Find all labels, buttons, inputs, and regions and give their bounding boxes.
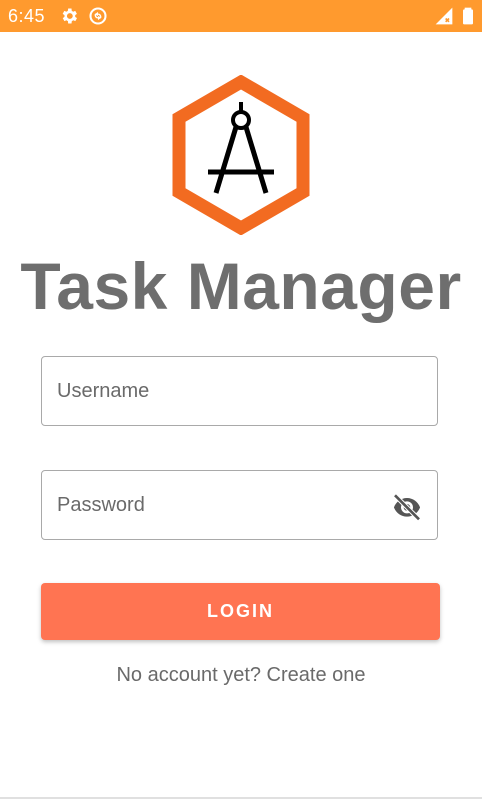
eye-off-icon[interactable] <box>391 490 423 522</box>
username-field[interactable] <box>41 356 438 426</box>
battery-icon <box>458 6 478 26</box>
status-bar: 6:45 <box>0 0 482 32</box>
create-account-link[interactable]: No account yet? Create one <box>0 664 482 687</box>
app-logo <box>172 74 310 236</box>
sync-icon <box>88 6 108 26</box>
password-input[interactable] <box>57 471 377 539</box>
password-field[interactable] <box>41 470 438 540</box>
app-title: Task Manager <box>20 249 462 323</box>
signal-icon <box>434 6 454 26</box>
gear-icon <box>59 6 79 26</box>
status-time: 6:45 <box>8 6 46 26</box>
login-button[interactable]: LOGIN <box>41 583 440 640</box>
compass-icon <box>172 74 310 236</box>
username-input[interactable] <box>57 357 377 425</box>
